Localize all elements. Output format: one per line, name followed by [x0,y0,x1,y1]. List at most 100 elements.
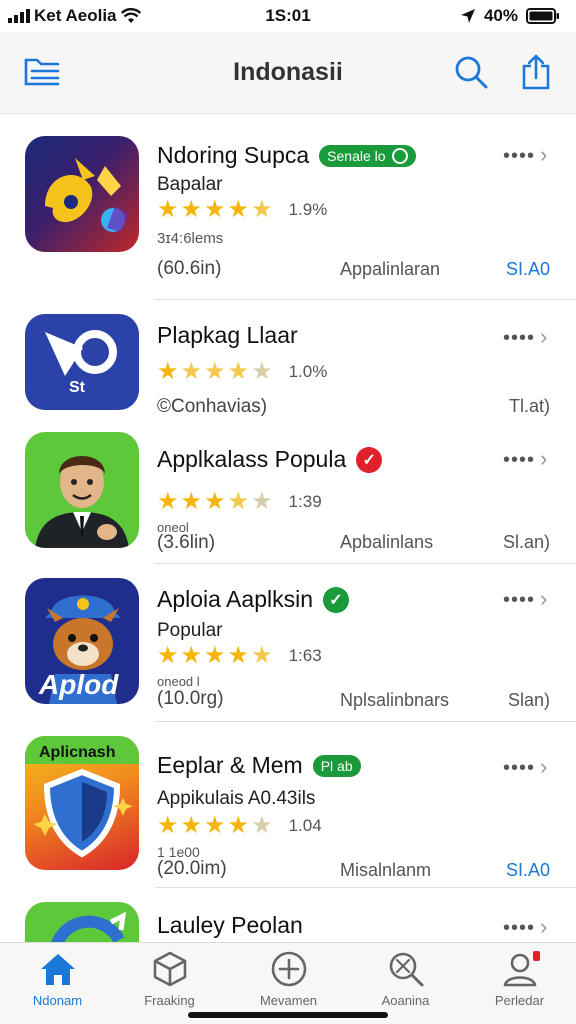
category-text: Apbalinlans [340,532,434,552]
rating-value: 1.0% [288,362,328,381]
verified-check-icon: ✓ [323,586,349,613]
tab-label: Perledar [494,993,545,1008]
star-icon: ★ [180,488,203,515]
battery-percent: 40% [483,6,518,25]
star-icon: ★ [204,642,226,669]
app-title: Aploia Aaplksin ✓ [157,586,349,613]
app-subtitle: Popular [157,620,223,641]
search-tools-icon [386,949,426,989]
downloads-text: 3ɪ4:6lems [157,230,224,247]
tab-label: Fraaking [144,993,195,1008]
svg-text:St: St [69,379,86,396]
size-text: (3.6lin) [157,532,216,553]
star-icon: ★ [227,642,250,669]
notification-dot [532,951,540,961]
open-button[interactable]: Tl.at) [509,396,550,417]
chevron-right-icon: › [540,586,548,611]
more-options-icon[interactable]: •••• [503,918,535,938]
app-title: Ndoring Supca Senale lo [157,142,416,169]
app-title: Applkalass Popula ✓ [157,446,383,473]
person-icon [500,949,540,989]
rating-stars: ★ ★ ★ ★ ★ 1:39 [157,490,322,514]
badge-label: Pl ab [320,757,353,774]
home-indicator [188,1012,388,1018]
star-icon: ★ [180,642,203,669]
star-icon: ★ [204,196,226,223]
tab-search[interactable]: Aoanina [348,949,463,1008]
tab-add[interactable]: Mevamen [231,949,346,1008]
star-icon: ★ [180,196,203,223]
location-arrow-icon [460,9,475,23]
rating-stars: ★ ★ ★ ★ ★ 1:63 [157,644,322,668]
app-icon [25,136,139,252]
app-title-text: Aploia Aaplksin [157,586,313,612]
more-options-icon[interactable]: •••• [503,758,535,778]
star-empty-icon: ★ [251,358,273,385]
app-title-text: Plapkag Llaar [157,322,298,348]
more-options-icon[interactable]: •••• [503,450,535,470]
get-button[interactable]: SI.A0 [506,860,550,881]
search-button[interactable] [451,52,491,92]
battery-icon [526,8,559,24]
app-icon: Aplod [25,578,139,704]
share-button[interactable] [516,52,556,92]
tab-profile[interactable]: Perledar [462,949,576,1008]
tab-label: Mevamen [259,993,318,1008]
tab-label: Aoanina [381,993,430,1008]
star-half-icon: ★ [251,642,273,669]
more-options-icon[interactable]: •••• [503,590,535,610]
chevron-right-icon: › [540,446,548,471]
verified-check-icon: ✓ [356,446,383,473]
category-text: Nplsalinbnars [340,690,450,710]
star-icon: ★ [157,812,179,839]
app-title-text: Ndoring Supca [157,142,310,168]
list-item[interactable]: Aplicnash Eeplar & Mem Pl ab Appikulais … [0,722,576,888]
share-icon [522,54,550,90]
rating-value: 1.04 [288,816,322,835]
plus-circle-icon [269,949,309,989]
chevron-right-icon: › [540,754,548,779]
home-icon [38,949,78,989]
size-text: (20.0im) [157,858,227,879]
star-icon: ★ [227,196,250,223]
app-icon [25,432,139,548]
rating-stars: ★ ★ ★ ★ ★ 1.0% [157,360,327,384]
app-title: Eeplar & Mem Pl ab [157,752,361,779]
open-button[interactable]: Sl.an) [503,532,550,553]
list-item[interactable]: Applkalass Popula ✓ ★ ★ ★ ★ ★ 1:39 oneol… [0,428,576,564]
star-icon: ★ [157,642,179,669]
more-options-icon[interactable]: •••• [503,328,535,348]
star-icon: ★ [180,358,203,385]
tab-home[interactable]: Ndonam [0,949,115,1008]
star-icon: ★ [157,488,179,515]
app-icon [25,902,139,942]
wifi-icon [120,8,141,23]
list-item[interactable]: St Plapkag Llaar ★ ★ ★ ★ ★ 1.0% ©Conhavi… [0,300,576,428]
tab-label: Ndonam [32,993,83,1008]
app-title-text: Applkalass Popula [157,446,347,472]
get-button[interactable]: SI.A0 [506,259,550,280]
rating-stars: ★ ★ ★ ★ ★ 1.9% [157,198,327,222]
signal-icon [8,9,30,23]
more-options-icon[interactable]: •••• [503,146,535,166]
open-button[interactable]: Slan) [508,690,550,711]
rating-value: 1:39 [288,492,322,511]
list-item[interactable]: Ndoring Supca Senale lo Bapalar ★ ★ ★ ★ … [0,114,576,300]
downloads-text: oneod l [157,674,200,689]
category-text: Misalnlanm [340,860,432,880]
star-half-icon: ★ [251,196,273,223]
list-item[interactable]: Lauley Peolan •••• › [0,888,576,942]
carrier-label: Ket Aeolia [34,6,117,25]
tab-ranking[interactable]: Fraaking [112,949,227,1008]
size-text: ©Conhavias) [157,396,268,417]
rating-value: 1:63 [288,646,322,665]
status-bar: Ket Aeolia 1S:01 40% [0,0,576,32]
chevron-right-icon: › [540,914,548,939]
star-icon: ★ [180,812,203,839]
star-icon: ★ [227,358,250,385]
list-item[interactable]: Aplod Aploia Aaplksin ✓ Popular ★ ★ ★ ★ … [0,564,576,722]
app-subtitle: Appikulais A0.43ils [157,788,316,809]
size-text: (10.0rg) [157,688,224,709]
chevron-right-icon: › [540,142,548,167]
star-icon: ★ [157,358,179,385]
